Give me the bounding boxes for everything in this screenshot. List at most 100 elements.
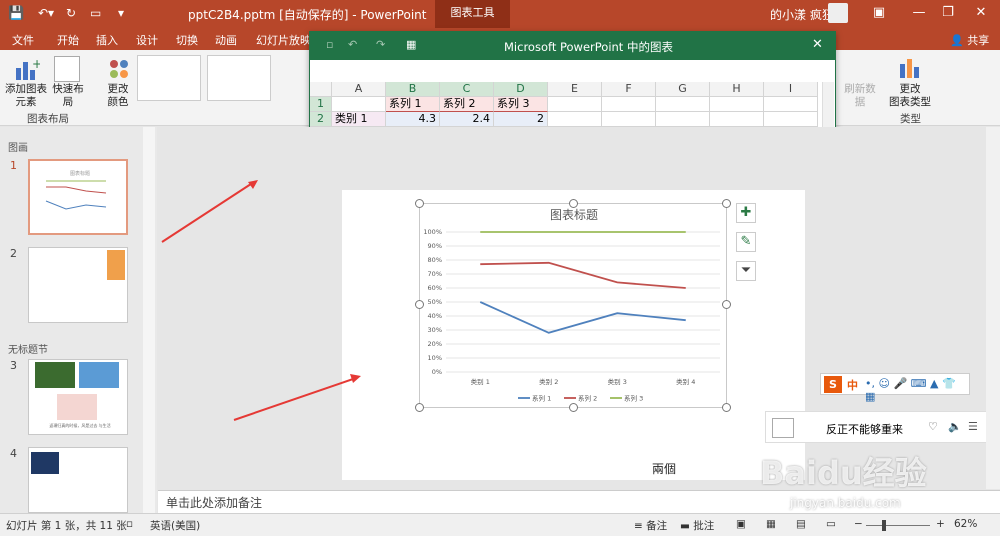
column-header[interactable]: C xyxy=(440,82,494,97)
column-header[interactable]: H xyxy=(710,82,764,97)
reading-view-icon[interactable]: ▤ xyxy=(796,518,806,530)
chart-style-1[interactable] xyxy=(137,55,201,101)
spreadsheet-cell[interactable]: 4.3 xyxy=(386,112,440,127)
line-chart[interactable]: 图表标题 0% 10% 20% 30% 40% 50% 60% 70% 80% 90% 100% 类别 … xyxy=(419,203,727,408)
spreadsheet-cell[interactable] xyxy=(764,97,818,112)
edit-in-excel-icon[interactable]: ▦ xyxy=(406,38,416,51)
chart-elements-button[interactable]: ✚ xyxy=(736,203,756,223)
section-header[interactable]: 图画 xyxy=(8,139,28,154)
column-header[interactable]: B xyxy=(386,82,440,97)
customize-qat-icon[interactable]: ▾ xyxy=(118,6,124,20)
slide-counter[interactable]: 幻灯片 第 1 张，共 11 张 xyxy=(6,518,127,533)
column-header[interactable]: A xyxy=(332,82,386,97)
column-header[interactable]: I xyxy=(764,82,818,97)
spreadsheet-cell[interactable] xyxy=(656,112,710,127)
resize-handle[interactable] xyxy=(415,199,424,208)
select-all-corner[interactable] xyxy=(310,82,332,97)
chart-style-2[interactable] xyxy=(207,55,271,101)
spreadsheet-cell[interactable] xyxy=(548,97,602,112)
resize-handle[interactable] xyxy=(722,199,731,208)
slide-text[interactable]: 兩個 xyxy=(652,460,676,477)
slide-thumbnail-1[interactable]: 图表标题 xyxy=(28,159,128,235)
spreadsheet-cell[interactable] xyxy=(602,97,656,112)
resize-handle[interactable] xyxy=(415,300,424,309)
resize-handle[interactable] xyxy=(722,300,731,309)
quick-layout-button[interactable]: 快速布局 xyxy=(48,83,88,109)
refresh-data-button[interactable]: 刷新数据 xyxy=(840,83,880,109)
resize-handle[interactable] xyxy=(722,403,731,412)
excel-save-icon[interactable]: ▫ xyxy=(326,38,333,51)
spreadsheet-cell[interactable] xyxy=(710,112,764,127)
notes-button[interactable]: ≡ 备注 xyxy=(634,518,667,533)
zoom-slider[interactable] xyxy=(866,525,930,526)
add-chart-element-button[interactable]: 添加图表 元素 xyxy=(5,83,47,109)
zoom-thumb[interactable] xyxy=(882,520,886,531)
spreadsheet-cell[interactable] xyxy=(710,97,764,112)
heart-icon[interactable]: ♡ xyxy=(928,420,938,433)
tab-slideshow[interactable]: 幻灯片放映 xyxy=(256,32,311,48)
undo-icon[interactable]: ↶▾ xyxy=(38,6,54,20)
column-header[interactable]: E xyxy=(548,82,602,97)
spreadsheet-cell[interactable]: 系列 1 xyxy=(386,97,440,112)
x-tick-label: 类别 1 xyxy=(471,377,490,386)
spreadsheet-cell[interactable] xyxy=(548,112,602,127)
excel-redo-icon[interactable]: ↷ xyxy=(376,38,385,51)
avatar[interactable] xyxy=(828,3,848,23)
column-header[interactable]: F xyxy=(602,82,656,97)
change-colors-button[interactable]: 更改 颜色 xyxy=(100,83,136,109)
spreadsheet-cell[interactable]: 系列 3 xyxy=(494,97,548,112)
spreadsheet-cell[interactable]: 系列 2 xyxy=(440,97,494,112)
normal-view-icon[interactable]: ▣ xyxy=(736,518,746,530)
column-header[interactable]: G xyxy=(656,82,710,97)
row-header[interactable]: 2 xyxy=(310,112,332,127)
slide-thumbnail-4[interactable] xyxy=(28,447,128,513)
volume-icon[interactable]: 🔈 xyxy=(948,420,962,433)
tab-animations[interactable]: 动画 xyxy=(215,32,237,48)
excel-undo-icon[interactable]: ↶ xyxy=(348,38,357,51)
resize-handle[interactable] xyxy=(569,199,578,208)
close-icon[interactable]: ✕ xyxy=(958,0,1000,28)
chart-styles-button[interactable]: ✎ xyxy=(736,232,756,252)
slide-vertical-scrollbar[interactable] xyxy=(986,127,1000,489)
ime-tools-icon[interactable]: •, ☺ 🎤 ⌨ ▲ 👕 ▦ xyxy=(865,377,969,403)
zoom-level[interactable]: 62% xyxy=(954,518,977,530)
resize-handle[interactable] xyxy=(569,403,578,412)
spreadsheet-cell[interactable]: 类别 1 xyxy=(332,112,386,127)
present-icon[interactable]: ▭ xyxy=(90,6,101,20)
redo-icon[interactable]: ↻ xyxy=(66,6,76,20)
column-header[interactable]: D xyxy=(494,82,548,97)
chart-data-close-icon[interactable]: ✕ xyxy=(812,37,823,52)
spreadsheet-cell[interactable] xyxy=(602,112,656,127)
row-header[interactable]: 1 xyxy=(310,97,332,112)
ime-mode-label[interactable]: 中 xyxy=(847,377,858,393)
share-button[interactable]: 👤 共享 xyxy=(950,32,989,48)
tab-home[interactable]: 开始 xyxy=(57,32,79,48)
comments-button[interactable]: ▬ 批注 xyxy=(680,518,714,533)
zoom-in-icon[interactable]: + xyxy=(936,518,945,530)
spreadsheet-cell[interactable] xyxy=(656,97,710,112)
spreadsheet-cell[interactable]: 2.4 xyxy=(440,112,494,127)
zoom-out-icon[interactable]: − xyxy=(854,518,863,530)
spreadsheet-cell[interactable]: 2 xyxy=(494,112,548,127)
tab-transitions[interactable]: 切换 xyxy=(176,32,198,48)
chart-filters-button[interactable]: ⏷ xyxy=(736,261,756,281)
spreadsheet-cell[interactable] xyxy=(332,97,386,112)
slideshow-icon[interactable]: ▭ xyxy=(826,518,836,530)
tab-design[interactable]: 设计 xyxy=(136,32,158,48)
sogou-logo-icon[interactable]: S xyxy=(824,376,842,393)
language-label[interactable]: 英语(美国) xyxy=(150,518,200,533)
slide-thumbnail-3[interactable]: 返璞归真的时候，风是过去 与生活 xyxy=(28,359,128,435)
section-header[interactable]: 无标题节 xyxy=(8,341,48,356)
tab-insert[interactable]: 插入 xyxy=(96,32,118,48)
slide-sorter-icon[interactable]: ▦ xyxy=(766,518,776,530)
change-chart-type-button[interactable]: 更改 图表类型 xyxy=(886,83,934,109)
chart-tools-tab[interactable]: 图表工具 xyxy=(435,0,510,28)
tab-file[interactable]: 文件 xyxy=(12,32,34,48)
spellcheck-icon[interactable]: ▫ xyxy=(126,518,133,530)
playlist-icon[interactable]: ☰ xyxy=(968,420,978,433)
resize-handle[interactable] xyxy=(415,403,424,412)
slide-thumbnail-2[interactable] xyxy=(28,247,128,323)
user-name[interactable]: 的小漾 疯狂 xyxy=(770,6,834,23)
save-icon[interactable]: 💾 xyxy=(8,6,24,21)
spreadsheet-cell[interactable] xyxy=(764,112,818,127)
